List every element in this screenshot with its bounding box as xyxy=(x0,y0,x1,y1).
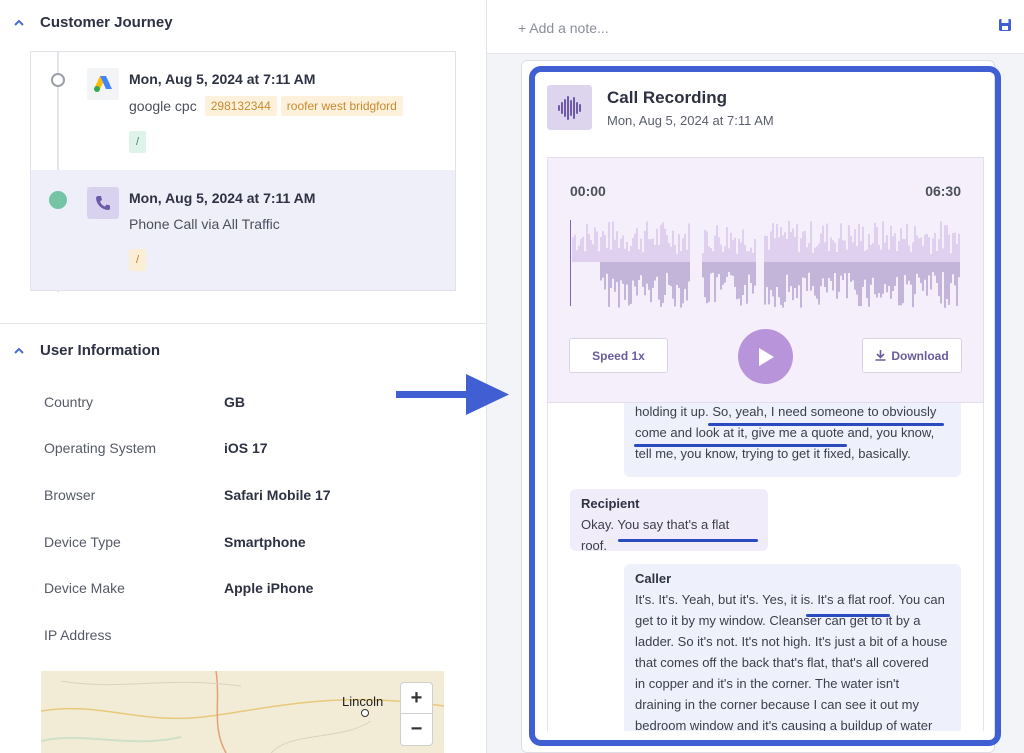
info-label: IP Address xyxy=(44,627,112,643)
audio-waveform[interactable] xyxy=(570,218,962,308)
info-row-browser: Browser Safari Mobile 17 xyxy=(44,487,464,503)
transcript-line: get to it by my window. Cleanser can get… xyxy=(635,613,921,628)
info-value: Smartphone xyxy=(224,534,306,550)
transcript-line: in copper and it's in the corner. The wa… xyxy=(635,676,900,691)
transcript-line: ladder. So it's not. It's not high. It's… xyxy=(635,634,948,649)
highlight-underline xyxy=(708,423,944,426)
timeline-dot xyxy=(51,73,65,87)
timeline-dot-active xyxy=(49,191,67,209)
transcript-line: draining in the corner because I can see… xyxy=(635,697,919,712)
transcript-line: that comes off the back that's flat, tha… xyxy=(635,655,929,670)
transcript-message-caller: holding it up. So, yeah, I need someone … xyxy=(624,403,961,477)
play-button[interactable] xyxy=(738,329,793,384)
chevron-up-icon[interactable] xyxy=(12,344,26,358)
info-label: Country xyxy=(44,394,94,410)
highlight-underline xyxy=(806,614,890,617)
journey-item-google[interactable]: Mon, Aug 5, 2024 at 7:11 AM google cpc 2… xyxy=(31,52,455,170)
transcript-line: Okay. You say that's a flat roof. xyxy=(581,517,730,553)
location-map[interactable] xyxy=(41,671,444,753)
source-label: Phone Call via All Traffic xyxy=(129,216,280,232)
landing-path[interactable]: / xyxy=(129,249,146,271)
download-label: Download xyxy=(891,348,949,363)
journey-source: google cpc 298132344 roofer west bridgfo… xyxy=(129,96,403,116)
annotation-arrow-icon xyxy=(396,374,509,415)
map-zoom-control: + − xyxy=(400,682,433,746)
transcript-message-caller: Caller It's. It's. Yeah, but it's. Yes, … xyxy=(624,564,961,731)
journey-item-phone[interactable]: Mon, Aug 5, 2024 at 7:11 AM Phone Call v… xyxy=(31,170,455,290)
info-label: Browser xyxy=(44,487,96,503)
user-info-header[interactable]: User Information xyxy=(12,342,160,359)
customer-journey-title: Customer Journey xyxy=(40,14,173,31)
section-divider xyxy=(0,323,486,324)
landing-path[interactable]: / xyxy=(129,131,146,153)
map-city-label: Lincoln xyxy=(342,694,384,709)
info-value: Safari Mobile 17 xyxy=(224,487,331,503)
journey-timeline: Mon, Aug 5, 2024 at 7:11 AM google cpc 2… xyxy=(30,51,456,292)
time-end: 06:30 xyxy=(925,183,961,199)
recording-date: Mon, Aug 5, 2024 at 7:11 AM xyxy=(607,113,774,128)
transcript-line: bedroom window and it's causing a buildu… xyxy=(635,718,933,731)
info-value: iOS 17 xyxy=(224,440,268,456)
add-note-input[interactable]: + Add a note... xyxy=(518,20,609,36)
download-button[interactable]: Download xyxy=(862,338,962,373)
journey-date: Mon, Aug 5, 2024 at 7:11 AM xyxy=(129,190,316,206)
info-row-ip: IP Address xyxy=(44,627,464,643)
customer-journey-header[interactable]: Customer Journey xyxy=(12,14,173,31)
user-info-title: User Information xyxy=(40,342,161,359)
play-icon xyxy=(758,347,774,366)
transcript-panel[interactable]: holding it up. So, yeah, I need someone … xyxy=(547,403,984,731)
info-value: GB xyxy=(224,394,245,410)
journey-date: Mon, Aug 5, 2024 at 7:11 AM xyxy=(129,71,316,87)
speaker-label: Recipient xyxy=(581,496,640,511)
speed-label: Speed 1x xyxy=(592,348,645,363)
info-row-os: Operating System iOS 17 xyxy=(44,440,464,456)
info-label: Operating System xyxy=(44,440,157,456)
transcript-line: holding it up. So, yeah, I need someone … xyxy=(635,404,937,419)
info-value: Apple iPhone xyxy=(224,580,314,596)
phone-icon xyxy=(87,187,119,219)
info-label: Device Make xyxy=(44,580,125,596)
waveform-icon xyxy=(547,85,592,130)
time-start: 00:00 xyxy=(570,183,606,199)
journey-source: Phone Call via All Traffic xyxy=(129,216,280,232)
download-icon xyxy=(875,350,886,361)
highlight-underline xyxy=(634,444,847,447)
save-icon[interactable] xyxy=(998,18,1012,32)
audio-player: 00:00 06:30 Speed 1x Download xyxy=(547,157,984,403)
campaign-tag: 298132344 xyxy=(204,96,277,116)
note-bar: + Add a note... xyxy=(487,0,1024,54)
speed-button[interactable]: Speed 1x xyxy=(569,338,668,373)
info-label: Device Type xyxy=(44,534,121,550)
info-row-device-make: Device Make Apple iPhone xyxy=(44,580,464,596)
map-city-marker xyxy=(361,709,369,717)
keyword-tag: roofer west bridgford xyxy=(280,96,403,116)
map-roads xyxy=(41,671,444,753)
info-row-device-type: Device Type Smartphone xyxy=(44,534,464,550)
chevron-up-icon[interactable] xyxy=(12,16,26,30)
highlight-underline xyxy=(618,539,758,542)
speaker-label: Caller xyxy=(635,571,672,586)
zoom-in-button[interactable]: + xyxy=(401,683,432,714)
source-label: google cpc xyxy=(129,98,197,114)
google-ads-icon xyxy=(87,68,119,100)
zoom-out-button[interactable]: − xyxy=(401,714,432,745)
recording-title: Call Recording xyxy=(607,88,727,107)
transcript-line: It's. It's. Yeah, but it's. Yes, it is. … xyxy=(635,592,945,607)
